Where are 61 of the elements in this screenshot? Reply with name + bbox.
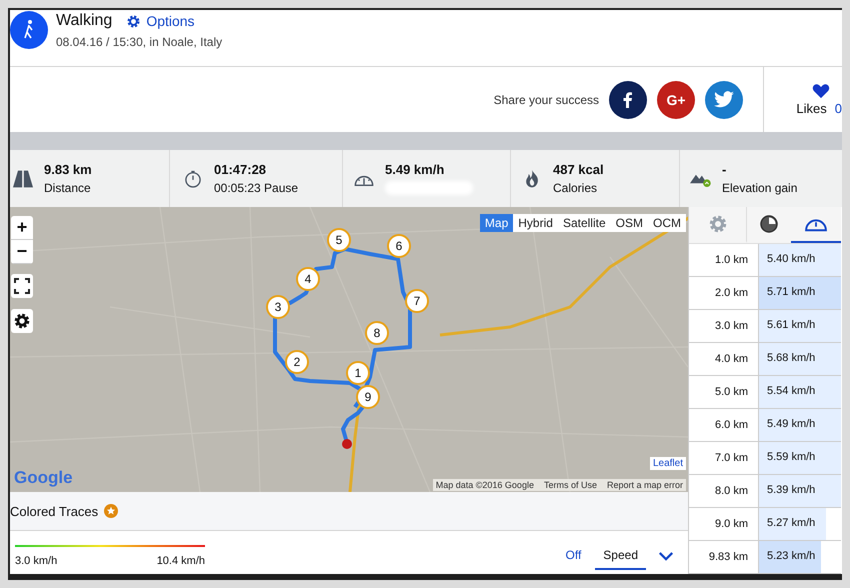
colored-traces-title: Colored Traces [10, 504, 98, 518]
heart-icon [812, 83, 830, 99]
stat-label: Elevation gain [722, 181, 798, 195]
split-speed: 5.40 km/h [767, 253, 816, 265]
split-speed: 5.54 km/h [767, 385, 816, 397]
map-layer-tab[interactable]: Map [480, 214, 514, 232]
stat-value: 01:47:28 [214, 162, 268, 177]
map-attribution-text: Terms of Use [544, 480, 597, 490]
trace-mode-tab[interactable]: Off [558, 542, 590, 570]
zoom-out-button[interactable]: − [11, 240, 33, 264]
share-label: Share your success [494, 92, 599, 106]
road-icon [12, 168, 34, 188]
google-logo: Google [14, 468, 73, 488]
google-plus-share-button[interactable]: G+ [657, 80, 695, 118]
likes-label: Likes [796, 101, 827, 116]
route-marker[interactable]: 8 [365, 321, 389, 345]
route-marker[interactable]: 9 [356, 385, 380, 409]
stat-value: - [722, 162, 728, 177]
route-marker[interactable]: 3 [266, 295, 290, 319]
legend-max-label: 10.4 km/h [156, 555, 205, 567]
activity-date-location: 08.04.16 / 15:30, in Noale, Italy [56, 35, 222, 49]
bird-icon [713, 90, 735, 108]
route-marker[interactable]: 1 [346, 361, 370, 385]
stat-label: Distance [44, 181, 92, 195]
stat-value: 9.83 km [44, 162, 92, 177]
stat-label: Calories [553, 181, 598, 195]
leaflet-link[interactable]: Leaflet [650, 457, 686, 470]
route-marker[interactable]: 2 [285, 350, 309, 374]
stat-value: 487 kcal [553, 162, 604, 177]
split-speed: 5.61 km/h [767, 319, 816, 331]
star-badge-icon [104, 504, 118, 518]
facebook-share-button[interactable] [609, 80, 647, 118]
route-marker[interactable]: 7 [405, 289, 429, 313]
split-speed: 5.68 km/h [767, 352, 816, 364]
stat-label: 00:05:23 Pause [214, 181, 298, 195]
map-attribution-text: Map data ©2016 Google [436, 480, 534, 490]
route-marker[interactable]: 5 [327, 228, 351, 252]
legend-min-label: 3.0 km/h [15, 555, 58, 567]
twitter-share-button[interactable] [705, 80, 743, 118]
pie-chart-icon [759, 214, 779, 234]
options-link[interactable]: Options [126, 13, 195, 29]
map-attribution-text: Report a map error [606, 480, 683, 490]
split-speed: 5.23 km/h [767, 550, 816, 562]
settings-icon [708, 214, 728, 234]
zoom-in-button[interactable]: + [11, 216, 33, 240]
split-speed: 5.39 km/h [767, 484, 816, 496]
stat-value: 5.49 km/h [385, 162, 446, 177]
settings-icon [126, 14, 142, 28]
map-area[interactable]: 1 2 3 4 5 6 7 8 9 + − Map Hybrid Satellite OSM OCM Google Leaflet Map data ©2016 Google Terms of Use Report a map error [10, 207, 688, 492]
split-speed: 5.27 km/h [767, 517, 816, 529]
fullscreen-button[interactable] [11, 274, 33, 298]
split-speed: 5.59 km/h [767, 451, 816, 463]
trace-mode-tab[interactable]: Speed [595, 542, 646, 570]
route-marker[interactable]: 4 [296, 267, 320, 291]
split-speed: 5.49 km/h [767, 418, 816, 430]
route-marker[interactable]: 6 [387, 234, 411, 258]
activity-title: Walking [56, 12, 112, 30]
likes-count: 0 [834, 101, 842, 116]
chevron-down-icon[interactable] [658, 550, 674, 562]
split-speed: 5.71 km/h [767, 286, 816, 298]
settings-button[interactable] [11, 309, 33, 333]
